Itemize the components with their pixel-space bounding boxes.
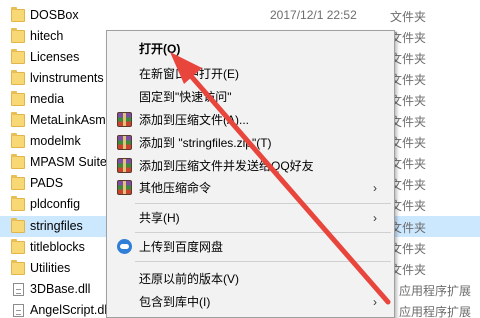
menu-item-compress-send-qq[interactable]: 添加到压缩文件并发送给QQ好友 <box>107 156 394 176</box>
menu-item-open-new-window[interactable]: 在新窗口中打开(E) <box>107 64 394 84</box>
file-type: 文件夹 <box>390 136 427 150</box>
file-name: stringfiles <box>30 219 83 233</box>
dll-file-icon <box>13 304 24 317</box>
file-name: hitech <box>30 29 64 43</box>
menu-item-other-compress-commands[interactable]: 其他压缩命令 › <box>107 178 394 198</box>
chevron-right-icon: › <box>373 181 377 195</box>
chevron-right-icon: › <box>373 295 377 309</box>
menu-item-pin-quick-access[interactable]: 固定到"快速访问" <box>107 87 394 107</box>
file-type: 文件夹 <box>390 263 427 277</box>
file-type: 文件夹 <box>390 157 427 171</box>
file-type: 应用程序扩展 <box>399 284 472 298</box>
menu-separator <box>135 261 391 262</box>
winrar-icon <box>117 180 132 195</box>
menu-item-label: 添加到 "stringfiles.zip"(T) <box>139 136 272 150</box>
menu-item-label: 共享(H) <box>139 211 180 225</box>
folder-icon <box>11 49 25 64</box>
file-name: Licenses <box>30 50 80 64</box>
dll-file-icon <box>13 283 24 296</box>
folder-icon <box>11 7 25 22</box>
file-type: 应用程序扩展 <box>399 305 472 318</box>
menu-item-label: 在新窗口中打开(E) <box>139 67 239 81</box>
folder-icon <box>11 70 25 85</box>
file-type: 文件夹 <box>390 94 427 108</box>
menu-item-share[interactable]: 共享(H) › <box>107 208 394 228</box>
file-row-dosbox[interactable]: DOSBox 2017/12/1 22:52 文件夹 <box>0 5 480 26</box>
file-name: titleblocks <box>30 240 85 254</box>
file-name: AngelScript.dll <box>30 303 110 317</box>
winrar-icon <box>117 135 132 150</box>
file-name: 3DBase.dll <box>30 282 91 296</box>
folder-icon <box>11 175 25 190</box>
file-type: 文件夹 <box>390 178 427 192</box>
menu-item-add-to-zip[interactable]: 添加到 "stringfiles.zip"(T) <box>107 133 394 153</box>
menu-item-label: 上传到百度网盘 <box>139 240 224 254</box>
folder-icon <box>11 133 25 148</box>
menu-item-include-in-library[interactable]: 包含到库中(I) › <box>107 292 394 312</box>
winrar-icon <box>117 158 132 173</box>
menu-item-upload-baidu[interactable]: 上传到百度网盘 <box>107 237 394 257</box>
file-name: MPASM Suite <box>30 155 107 169</box>
menu-item-label: 固定到"快速访问" <box>139 90 232 104</box>
folder-icon <box>11 196 25 211</box>
menu-item-add-to-archive[interactable]: 添加到压缩文件(A)... <box>107 110 394 130</box>
menu-item-label: 添加到压缩文件(A)... <box>139 113 249 127</box>
file-type: 文件夹 <box>390 31 427 45</box>
menu-item-restore-previous-versions[interactable]: 还原以前的版本(V) <box>107 269 394 289</box>
file-name: pldconfig <box>30 197 81 211</box>
chevron-right-icon: › <box>373 211 377 225</box>
folder-icon <box>11 28 25 43</box>
file-name: DOSBox <box>30 8 79 22</box>
file-type: 文件夹 <box>390 199 427 213</box>
menu-item-label: 包含到库中(I) <box>139 295 211 309</box>
folder-icon <box>11 91 25 106</box>
file-type: 文件夹 <box>390 242 427 256</box>
file-name: PADS <box>30 176 64 190</box>
menu-item-label: 添加到压缩文件并发送给QQ好友 <box>139 159 314 173</box>
folder-icon <box>11 112 25 127</box>
folder-icon <box>11 239 25 254</box>
menu-item-open[interactable]: 打开(O) <box>107 39 394 59</box>
file-type: 文件夹 <box>390 73 427 87</box>
file-type: 文件夹 <box>390 52 427 66</box>
file-name: MetaLinkAsm <box>30 113 106 127</box>
file-type: 文件夹 <box>390 115 427 129</box>
menu-separator <box>135 232 391 233</box>
menu-item-label: 还原以前的版本(V) <box>139 272 239 286</box>
file-name: media <box>30 92 65 106</box>
file-name: Utilities <box>30 261 71 275</box>
folder-icon <box>11 154 25 169</box>
context-menu: 打开(O) 在新窗口中打开(E) 固定到"快速访问" 添加到压缩文件(A)...… <box>106 30 395 318</box>
baidu-netdisk-icon <box>117 239 132 254</box>
menu-item-label: 打开(O) <box>139 42 181 56</box>
folder-icon <box>11 218 25 233</box>
file-name: modelmk <box>30 134 81 148</box>
file-type: 文件夹 <box>390 10 427 24</box>
menu-item-label: 其他压缩命令 <box>139 181 212 195</box>
winrar-icon <box>117 112 132 127</box>
folder-icon <box>11 260 25 275</box>
file-date: 2017/12/1 22:52 <box>270 8 357 22</box>
file-type: 文件夹 <box>390 221 427 235</box>
menu-separator <box>135 203 391 204</box>
file-name: lvinstruments <box>30 71 104 85</box>
